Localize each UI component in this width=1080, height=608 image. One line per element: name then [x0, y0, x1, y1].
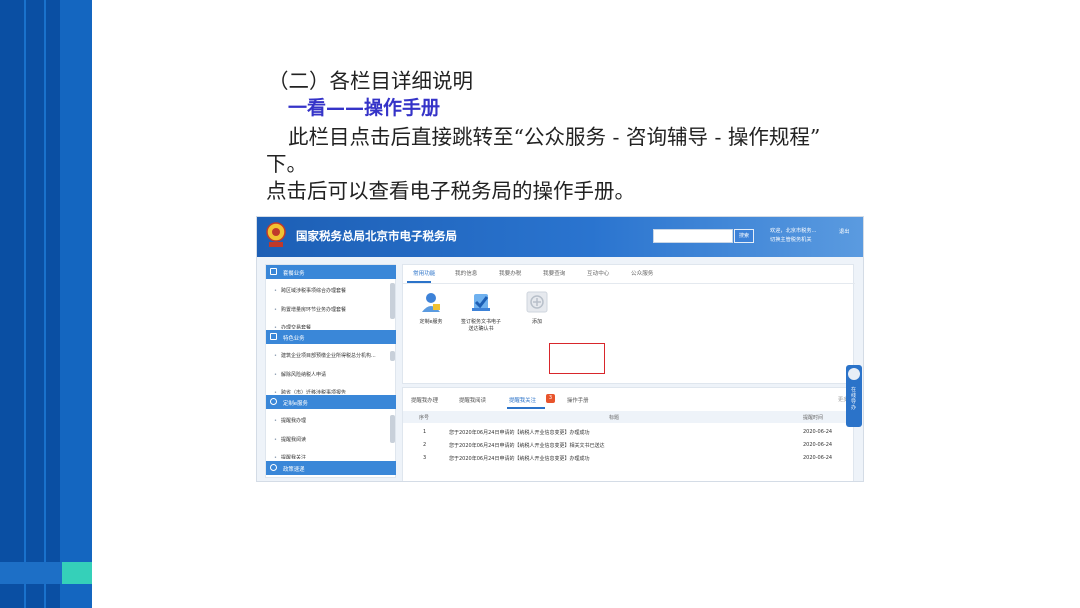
tab-my-info[interactable]: 我的信息 [455, 269, 477, 277]
online-guide-float-button[interactable]: 在线导办 [846, 365, 862, 427]
package-icon [270, 268, 277, 275]
btab-remind-handle[interactable]: 提醒我办理 [411, 396, 438, 404]
menu-scrollbar[interactable] [390, 415, 395, 443]
etax-welcome: 欢迎，北京市税务... 切换主管税务机关 [770, 227, 816, 245]
etax-search-button[interactable]: 搜索 [734, 229, 754, 243]
menu-item[interactable]: 购置增量房环节业务办理套餐 [274, 306, 346, 313]
user-icon [270, 464, 277, 471]
menu-section-policy[interactable]: 政策速递 [266, 461, 396, 475]
person-service-icon [422, 293, 440, 312]
menu-item[interactable]: 跨区域涉税事项综合办理套餐 [274, 287, 346, 294]
welcome-line2[interactable]: 切换主管税务机关 [770, 236, 816, 245]
welcome-line1: 欢迎，北京市税务... [770, 228, 817, 234]
menu-item[interactable]: 跨省（市）迁移涉税事项报告 [274, 389, 346, 394]
menu-item[interactable]: 解除风险纳税人申请 [274, 371, 326, 378]
notification-badge: 3 [546, 394, 555, 403]
left-decor-band-inner [60, 0, 92, 608]
decor-stripe [24, 0, 26, 608]
etax-content-panel: 常用功能 我的信息 我要办税 我要查询 互动中心 公众服务 定制e服务 签订税务… [402, 264, 855, 384]
etax-side-menu: 套餐业务 跨区域涉税事项综合办理套餐 购置增量房环节业务办理套餐 办理交易套餐 … [265, 264, 396, 478]
menu-item[interactable]: 提醒我阅读 [274, 436, 306, 443]
tab-public-service[interactable]: 公众服务 [631, 269, 653, 277]
slide-heading: （二）各栏目详细说明 [268, 69, 473, 93]
etax-header: 国家税务总局北京市电子税务局 搜索 欢迎，北京市税务... 切换主管税务机关 退… [257, 217, 863, 257]
etax-screenshot: 国家税务总局北京市电子税务局 搜索 欢迎，北京市税务... 切换主管税务机关 退… [256, 216, 864, 482]
menu-item[interactable]: 提醒我办理 [274, 417, 306, 424]
etax-reminder-panel: 提醒我办理 提醒我阅读 提醒我关注 3 操作手册 更多 序号 标题 提醒时间 1… [402, 387, 855, 481]
th-title: 标题 [609, 415, 620, 421]
sign-document-icon [472, 294, 490, 311]
menu-section-special[interactable]: 特色业务 [266, 330, 396, 344]
slide-paragraph-line2: 下。 [266, 152, 307, 176]
func-add[interactable]: 添加 [515, 291, 559, 326]
slide-paragraph-line3: 点击后可以查看电子税务局的操作手册。 [266, 179, 635, 203]
table-cell-title[interactable]: 您于2020年06月24日申请的【纳税人开业信息变更】相关文书已送达 [449, 442, 604, 449]
menu-item[interactable]: 办理交易套餐 [274, 324, 311, 329]
decor-stripe [44, 0, 46, 608]
user-icon [270, 398, 277, 405]
table-cell-no: 1 [423, 429, 427, 435]
table-cell-no: 3 [423, 455, 427, 461]
menu-item[interactable]: 建筑企业项目部预缴企业所得税总分机构... [274, 352, 376, 359]
avatar-icon [848, 368, 860, 380]
btab-remind-read[interactable]: 提醒我阅读 [459, 396, 486, 404]
tax-emblem-icon [266, 222, 286, 247]
online-guide-label: 在线导办 [851, 387, 857, 411]
tab-divider [403, 283, 855, 284]
etax-logout-link[interactable]: 退出 [839, 228, 849, 235]
highlight-box [549, 343, 605, 374]
menu-scrollbar[interactable] [390, 283, 395, 319]
menu-item[interactable]: 提醒我关注 [274, 454, 306, 459]
slide-subheading: 一看——操作手册 [288, 97, 441, 119]
table-cell-no: 2 [423, 442, 427, 448]
tab-tax[interactable]: 我要办税 [499, 269, 521, 277]
table-cell-date: 2020-06-24 [803, 429, 833, 435]
btab-remind-follow[interactable]: 提醒我关注 [509, 396, 536, 404]
table-header: 序号 标题 提醒时间 [403, 411, 855, 423]
etax-title: 国家税务总局北京市电子税务局 [296, 229, 457, 243]
func-custom-service[interactable]: 定制e服务 [409, 291, 453, 326]
btab-manual[interactable]: 操作手册 [567, 396, 589, 404]
menu-section-custom[interactable]: 定制e服务 [266, 395, 396, 409]
th-date: 提醒时间 [803, 415, 824, 421]
grid-icon [270, 333, 277, 340]
add-icon [526, 291, 548, 313]
th-no: 序号 [419, 415, 430, 421]
btab-active-indicator [507, 407, 545, 409]
tab-common[interactable]: 常用功能 [413, 269, 435, 277]
table-cell-title[interactable]: 您于2020年06月24日申请的【纳税人开业信息变更】办理成功 [449, 455, 589, 462]
table-cell-date: 2020-06-24 [803, 455, 833, 461]
slide-paragraph-line1: 此栏目点击后直接跳转至“公众服务 - 咨询辅导 - 操作规程” [288, 125, 821, 149]
table-cell-date: 2020-06-24 [803, 442, 833, 448]
func-sign-document[interactable]: 签订税务文书电子送达确认书 [459, 291, 503, 333]
decor-square-teal [62, 562, 92, 584]
decor-square-blue [0, 562, 62, 584]
menu-scrollbar[interactable] [390, 351, 395, 361]
tab-query[interactable]: 我要查询 [543, 269, 565, 277]
table-cell-title[interactable]: 您于2020年06月24日申请的【纳税人开业信息变更】办理成功 [449, 429, 589, 436]
menu-section-package[interactable]: 套餐业务 [266, 265, 396, 279]
tab-interaction[interactable]: 互动中心 [587, 269, 609, 277]
etax-search-input[interactable] [653, 229, 733, 243]
